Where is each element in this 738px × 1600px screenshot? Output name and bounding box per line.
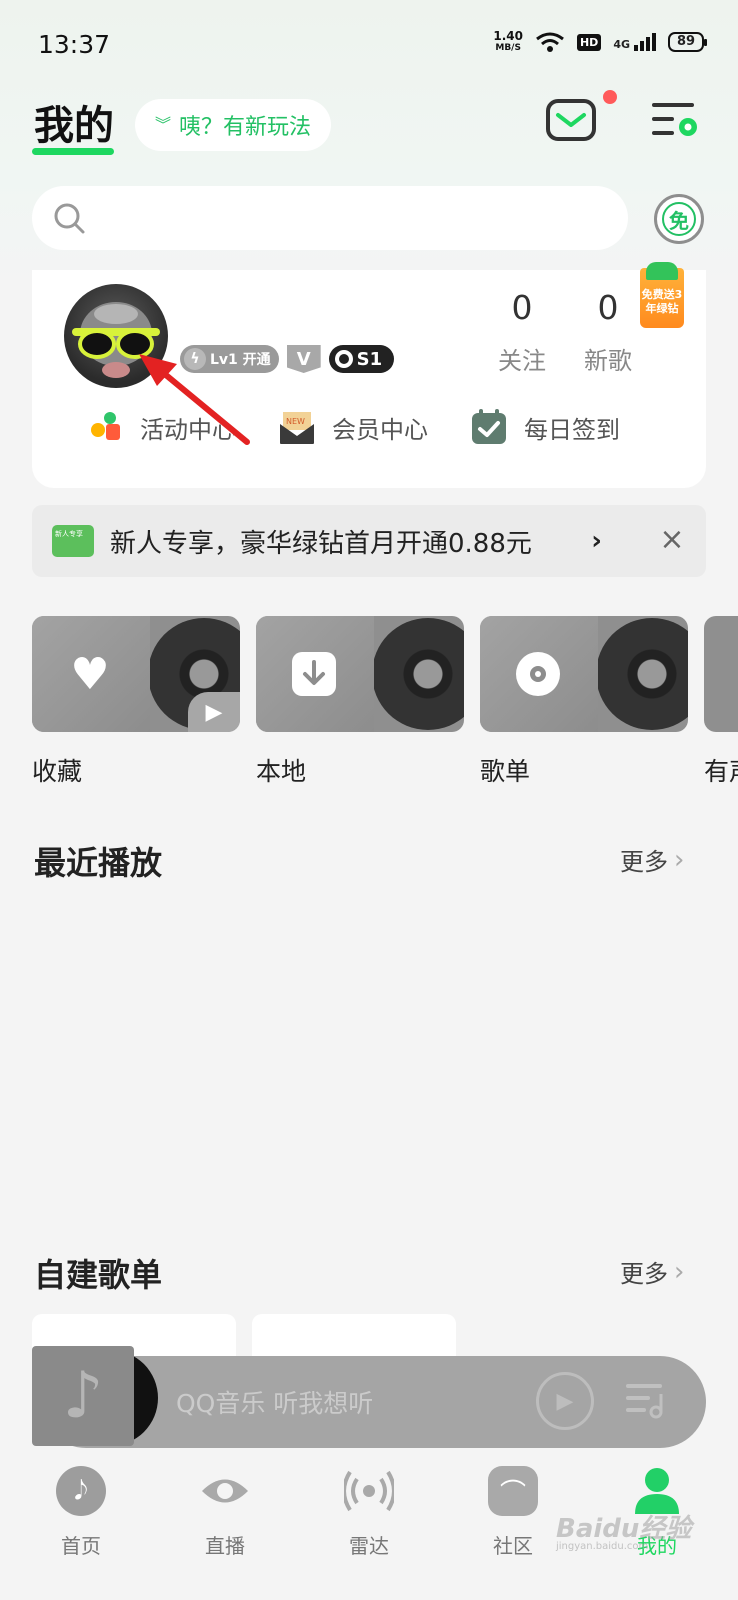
red-arrow-annotation xyxy=(139,354,250,445)
notification-dot xyxy=(603,90,617,104)
tile-image xyxy=(256,616,464,732)
ring-icon xyxy=(334,350,353,368)
chevron-right-icon: › xyxy=(591,526,602,556)
stat-value: 0 xyxy=(511,288,533,327)
recent-section-title: 最近播放 xyxy=(34,844,163,882)
new-play-label: 咦？有新玩法 xyxy=(179,115,312,140)
download-icon xyxy=(292,652,336,696)
tab-home[interactable]: 𝅘𝅥𝅮 首页 xyxy=(26,1466,136,1559)
close-icon[interactable]: × xyxy=(658,525,686,555)
new-play-button[interactable]: ︾ 咦？有新玩法 xyxy=(135,99,332,151)
svg-text:NEW: NEW xyxy=(286,417,305,426)
category-tiles: ♥ ▶ 收藏 本地 歌单 有声 xyxy=(32,616,738,788)
tile-label: 收藏 xyxy=(32,757,83,786)
community-icon: ⌒ xyxy=(488,1466,538,1516)
play-button[interactable]: ▶ xyxy=(536,1372,594,1430)
music-note-cover-icon: ♪ xyxy=(32,1346,134,1446)
playlist-icon[interactable] xyxy=(626,1380,668,1420)
tile-audiobook[interactable]: 有声 xyxy=(704,616,738,788)
tab-radar[interactable]: 雷达 xyxy=(314,1466,424,1559)
daily-checkin-link[interactable]: 每日签到 xyxy=(470,408,620,446)
vip-promo-banner[interactable]: 新人专享，豪华绿钻首月开通0.88元 › × xyxy=(32,505,706,577)
tile-image xyxy=(480,616,688,732)
super-badge-label: S1 xyxy=(356,348,383,370)
play-icon[interactable]: ▶ xyxy=(188,692,240,732)
tile-image xyxy=(704,616,738,732)
vip-center-label: 会员中心 xyxy=(332,415,428,444)
radar-icon xyxy=(344,1470,394,1512)
mini-player-title: QQ音乐 听我想听 xyxy=(176,1389,374,1418)
search-icon xyxy=(54,203,85,234)
stat-following[interactable]: 0 关注 xyxy=(496,288,548,376)
stat-label: 关注 xyxy=(498,347,546,375)
banner-text: 新人专享，豪华绿钻首月开通0.88元 xyxy=(110,528,532,559)
promo-tag[interactable]: 免费送3年绿钻 xyxy=(640,262,684,328)
search-input[interactable] xyxy=(32,186,628,250)
settings-menu-icon[interactable] xyxy=(652,100,700,140)
mail-icon[interactable] xyxy=(545,98,597,142)
tab-label: 社区 xyxy=(493,1534,533,1558)
battery-indicator: 89 xyxy=(668,32,707,52)
envelope-new-icon: NEW xyxy=(280,412,314,444)
tab-label: 雷达 xyxy=(349,1534,389,1558)
wallet-icon xyxy=(52,525,94,557)
tab-label: 直播 xyxy=(205,1534,245,1558)
tile-label: 有声 xyxy=(704,757,738,786)
stat-label: 新歌 xyxy=(584,347,632,375)
search-field[interactable] xyxy=(102,200,602,236)
super-badge[interactable]: S1 xyxy=(328,345,395,373)
tab-live[interactable]: 直播 xyxy=(170,1466,280,1559)
disc-icon xyxy=(516,652,560,696)
playlists-more-link[interactable]: 更多 › xyxy=(620,1254,684,1289)
signal-indicator: 4G xyxy=(613,33,656,51)
tab-label: 首页 xyxy=(61,1534,101,1558)
double-chevron-down-icon: ︾ xyxy=(155,115,172,134)
tile-label: 歌单 xyxy=(480,757,531,786)
network-speed: 1.40 MB/S xyxy=(493,30,523,54)
hd-badge: HD xyxy=(576,33,602,51)
music-note-icon: 𝅘𝅥𝅮 xyxy=(56,1466,106,1516)
chevron-right-icon: › xyxy=(674,844,685,875)
wifi-icon xyxy=(536,32,564,52)
recent-more-link[interactable]: 更多 › xyxy=(620,842,684,877)
chevron-right-icon: › xyxy=(674,1256,685,1287)
tab-community[interactable]: ⌒ 社区 xyxy=(458,1466,568,1559)
free-mode-button[interactable]: 免 xyxy=(654,194,704,244)
gift-icon xyxy=(91,412,120,440)
vip-center-link[interactable]: NEW 会员中心 xyxy=(278,408,428,446)
eye-icon xyxy=(202,1479,248,1503)
daily-checkin-label: 每日签到 xyxy=(524,415,620,444)
more-label: 更多 xyxy=(620,1260,668,1288)
tile-favorites[interactable]: ♥ ▶ 收藏 xyxy=(32,616,240,788)
vinyl-disc xyxy=(596,618,688,730)
title-underline xyxy=(32,148,114,155)
playlists-section-title: 自建歌单 xyxy=(34,1256,163,1294)
network-type: 4G xyxy=(613,38,630,51)
calendar-check-icon xyxy=(472,409,506,444)
status-time: 13:37 xyxy=(38,30,111,59)
page-title: 我的 xyxy=(34,103,114,149)
vinyl-disc xyxy=(372,618,464,730)
status-icons: 1.40 MB/S HD 4G 89 xyxy=(493,30,707,54)
tile-label: 本地 xyxy=(256,757,307,786)
network-speed-value: 1.40 xyxy=(493,29,523,43)
stat-value: 0 xyxy=(597,288,619,327)
watermark-url: jingyan.baidu.com xyxy=(556,1541,649,1552)
network-speed-unit: MB/S xyxy=(495,43,521,53)
vip-badge[interactable]: V xyxy=(286,345,321,373)
tile-image: ♥ ▶ xyxy=(32,616,240,732)
tile-playlists[interactable]: 歌单 xyxy=(480,616,688,788)
more-label: 更多 xyxy=(620,848,668,876)
stat-new-songs[interactable]: 0 新歌 xyxy=(580,288,636,376)
watermark: Baidu经验 xyxy=(556,1514,692,1544)
heart-icon: ♥ xyxy=(70,648,110,700)
free-label: 免 xyxy=(662,202,696,236)
tile-local[interactable]: 本地 xyxy=(256,616,464,788)
